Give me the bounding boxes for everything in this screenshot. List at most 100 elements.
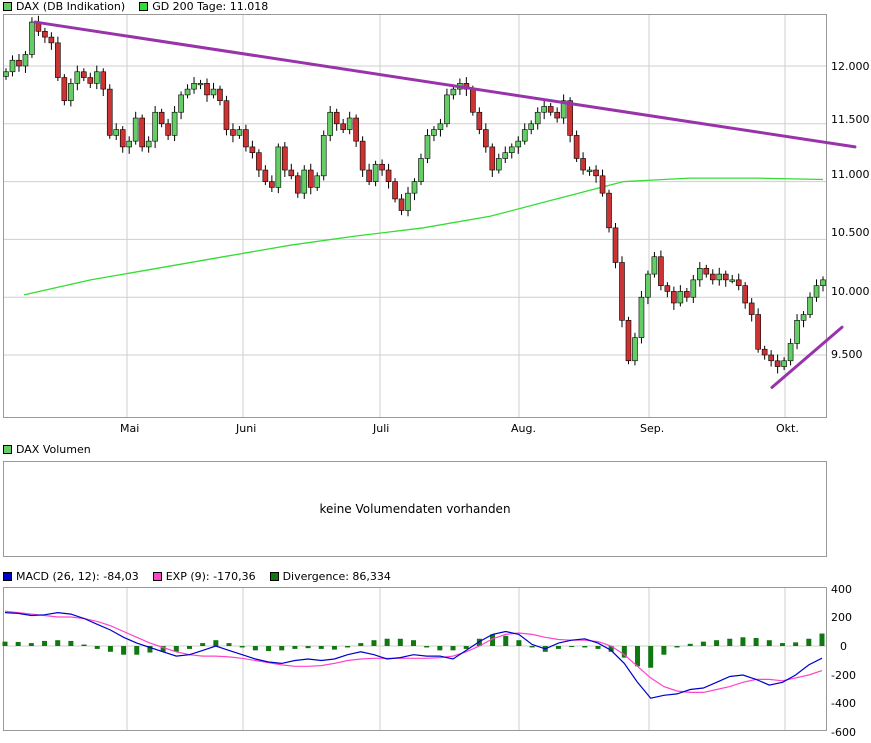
divergence-bar <box>820 634 825 646</box>
candle-body <box>295 176 300 193</box>
candle-body <box>354 118 359 141</box>
candle-body <box>263 170 268 182</box>
candle-body <box>373 164 378 181</box>
candle-body <box>172 112 177 135</box>
candle-body <box>658 257 663 286</box>
candle-body <box>652 257 657 274</box>
candle-body <box>425 135 430 158</box>
y-tick-label: -200 <box>831 669 856 682</box>
divergence-bar <box>358 643 363 646</box>
candle-body <box>574 135 579 158</box>
y-tick-label: 400 <box>831 583 852 596</box>
candle-body <box>619 263 624 321</box>
candle-body <box>217 89 222 101</box>
chart-canvas: 12.000 11.500 11.000 10.500 10.000 9.500… <box>0 0 871 743</box>
candle-body <box>632 338 637 361</box>
divergence-bar <box>569 646 574 647</box>
divergence-bar <box>306 646 311 648</box>
candle-body <box>94 72 99 84</box>
candle-body <box>140 118 145 147</box>
candle-body <box>477 112 482 129</box>
candle-body <box>406 193 411 210</box>
candle-body <box>431 130 436 136</box>
candle-body <box>10 60 15 72</box>
candle-body <box>341 124 346 130</box>
y-tick-label: 11.000 <box>831 168 870 181</box>
candle-body <box>568 101 573 136</box>
price-x-ticks: Mai Juni Juli Aug. Sep. Okt. <box>120 422 799 435</box>
candle-body <box>697 268 702 280</box>
candle-body <box>788 343 793 360</box>
candle-body <box>347 118 352 130</box>
divergence-bar <box>332 646 337 650</box>
candle-body <box>470 89 475 112</box>
candle-body <box>717 274 722 280</box>
divergence-bar <box>82 645 87 646</box>
y-tick-label: -400 <box>831 697 856 710</box>
candle-body <box>120 130 125 147</box>
candle-body <box>756 315 761 350</box>
macd-grid <box>4 588 826 730</box>
candle-body <box>542 106 547 112</box>
candle-body <box>684 291 689 297</box>
candle-body <box>808 297 813 314</box>
divergence-bar <box>754 638 759 646</box>
candle-body <box>730 280 735 282</box>
candle-body <box>230 130 235 136</box>
candle-body <box>315 176 320 188</box>
divergence-bar <box>424 646 429 647</box>
x-tick-label: Okt. <box>776 422 799 435</box>
candle-body <box>665 286 670 292</box>
candle-body <box>607 193 612 228</box>
candle-body <box>594 170 599 176</box>
divergence-bar <box>253 646 258 650</box>
divergence-bar <box>279 646 284 650</box>
candle-body <box>4 72 9 77</box>
divergence-bar <box>688 644 693 646</box>
candle-body <box>159 112 164 124</box>
candle-body <box>127 141 132 147</box>
divergence-bar <box>661 646 666 655</box>
candle-body <box>81 72 86 78</box>
x-tick-label: Aug. <box>511 422 536 435</box>
resistance-trendline <box>35 22 855 147</box>
candle-body <box>438 124 443 130</box>
divergence-bar <box>187 646 192 649</box>
candle-body <box>211 89 216 95</box>
candle-body <box>412 182 417 194</box>
candle-body <box>334 112 339 124</box>
divergence-bar <box>95 646 100 649</box>
x-tick-label: Juni <box>235 422 256 435</box>
exp-signal-line <box>5 611 822 692</box>
candle-body <box>490 147 495 170</box>
candle-body <box>587 170 592 172</box>
candle-body <box>399 199 404 211</box>
candle-body <box>581 158 586 170</box>
candle-body <box>535 112 540 124</box>
candle-body <box>308 170 313 187</box>
divergence-bar <box>29 643 34 646</box>
trendline-layer <box>35 22 855 387</box>
candle-body <box>444 95 449 124</box>
candle-body <box>256 153 261 170</box>
candle-body <box>600 176 605 193</box>
sma200-layer <box>24 178 823 295</box>
divergence-bar <box>595 646 600 649</box>
volume-empty-message: keine Volumendaten vorhanden <box>319 502 510 516</box>
candle-body <box>68 83 73 100</box>
candle-body <box>671 291 676 303</box>
divergence-bar <box>227 643 232 646</box>
candle-body <box>185 89 190 95</box>
divergence-bar <box>582 646 587 647</box>
sma200-line <box>24 178 823 295</box>
candle-body <box>386 170 391 182</box>
candle-body <box>626 320 631 360</box>
candle-body <box>451 89 456 95</box>
y-tick-label: 9.500 <box>831 348 863 361</box>
candle-body <box>198 83 203 85</box>
divergence-bar <box>701 642 706 646</box>
candle-body <box>101 72 106 89</box>
candle-body <box>62 78 67 101</box>
divergence-bar <box>292 646 297 649</box>
candle-body <box>282 147 287 170</box>
